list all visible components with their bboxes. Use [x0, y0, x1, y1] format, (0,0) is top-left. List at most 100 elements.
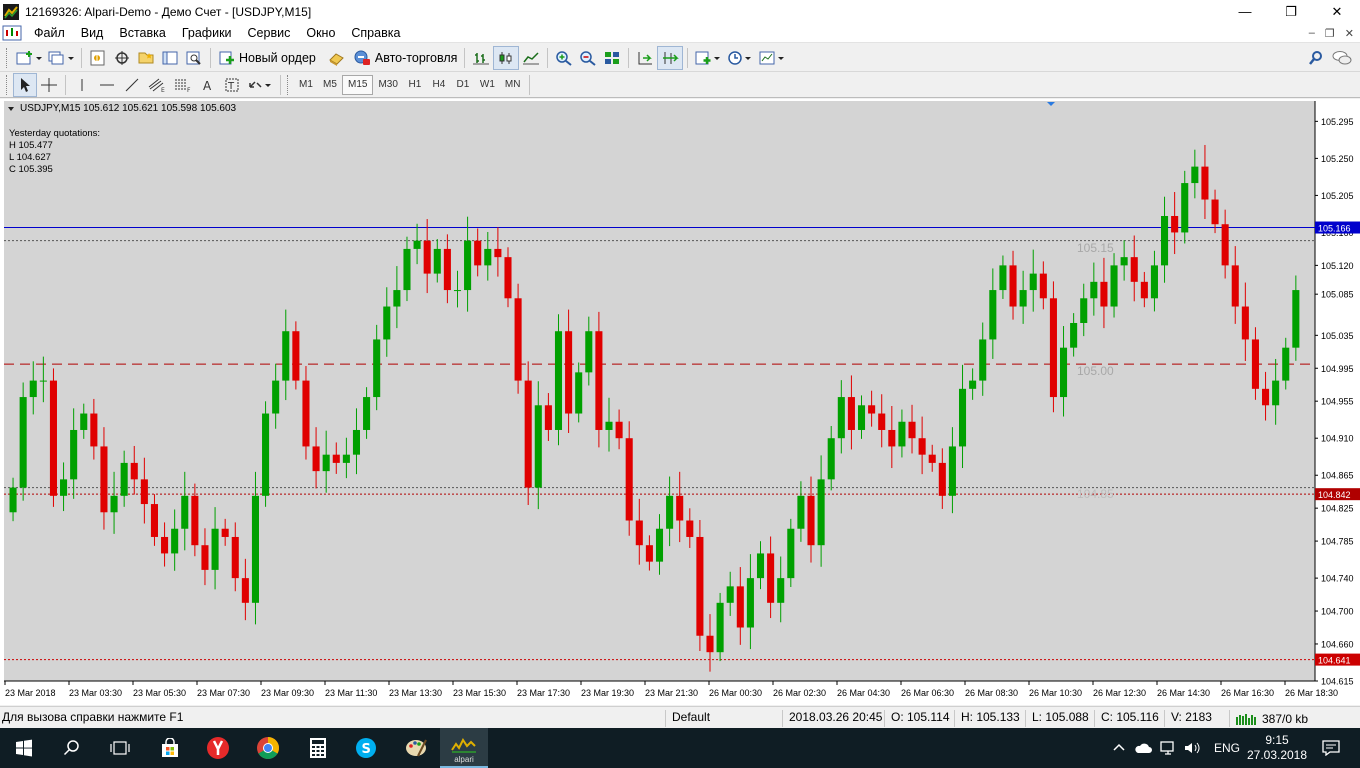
navigator-button[interactable] [134, 46, 158, 70]
yandex-browser-taskbar-button[interactable] [194, 728, 242, 768]
search-taskbar-button[interactable] [48, 728, 96, 768]
data-window-button[interactable] [110, 46, 134, 70]
chart-shift-button[interactable] [633, 46, 657, 70]
templates-button[interactable] [756, 46, 788, 70]
timeframe-h1[interactable]: H1 [403, 75, 427, 95]
horizontal-line-button[interactable] [94, 73, 120, 97]
calculator-icon [310, 738, 326, 758]
menu-help[interactable]: Справка [343, 26, 408, 40]
onedrive-cloud-icon[interactable] [1134, 741, 1152, 755]
terminal-window-icon [162, 51, 178, 64]
chart-window[interactable]: 105.295105.250105.205105.160105.120105.0… [0, 99, 1360, 705]
profiles-button[interactable] [45, 46, 77, 70]
new-chart-button[interactable] [13, 46, 45, 70]
timeframe-m30[interactable]: M30 [373, 75, 402, 95]
candle-body [1251, 339, 1259, 389]
skype-taskbar-button[interactable]: S [342, 728, 390, 768]
timeframe-w1[interactable]: W1 [475, 75, 500, 95]
vertical-line-button[interactable] [70, 73, 94, 97]
terminal-button[interactable] [158, 46, 182, 70]
equidistant-channel-button[interactable]: E [144, 73, 170, 97]
candle-body [494, 248, 502, 258]
trendline-button[interactable] [120, 73, 144, 97]
text-label-button[interactable]: T [220, 73, 244, 97]
mdi-minimize-button[interactable]: – [1309, 27, 1315, 39]
toolbar-grip[interactable] [6, 47, 9, 68]
tray-expand-icon[interactable] [1112, 741, 1126, 755]
periods-button[interactable] [724, 46, 756, 70]
toolbar-separator [547, 47, 549, 68]
bar-chart-button[interactable] [469, 46, 493, 70]
timeframe-mn[interactable]: MN [500, 75, 526, 95]
tray-clock[interactable]: 9:15 27.03.2018 [1246, 728, 1308, 768]
chrome-taskbar-button[interactable] [244, 728, 292, 768]
paint-taskbar-button[interactable] [392, 728, 440, 768]
chart-plot-area[interactable] [4, 101, 1315, 681]
candle-body [1090, 281, 1098, 299]
candle-body [80, 413, 88, 430]
timeframe-d1[interactable]: D1 [451, 75, 475, 95]
mdi-restore-button[interactable]: ❐ [1325, 27, 1335, 40]
y-tick-label: 105.120 [1321, 261, 1354, 271]
search-button[interactable] [1304, 46, 1328, 70]
candle-body [9, 487, 17, 513]
chat-button[interactable] [1328, 46, 1356, 70]
timeframe-m1[interactable]: M1 [294, 75, 318, 95]
x-tick-label: 23 Mar 2018 [5, 688, 56, 698]
cursor-tool-button[interactable] [13, 72, 37, 97]
store-taskbar-button[interactable] [146, 728, 194, 768]
toolbar-grip[interactable] [6, 74, 9, 95]
zoom-out-button[interactable] [576, 46, 600, 70]
strategy-tester-button[interactable] [182, 46, 206, 70]
menu-insert[interactable]: Вставка [111, 26, 173, 40]
text-tool-button[interactable]: A [196, 73, 220, 97]
candlestick-chart-button[interactable] [493, 45, 520, 70]
menu-file[interactable]: Файл [26, 26, 73, 40]
toolbar-grip[interactable] [287, 74, 290, 95]
menu-window[interactable]: Окно [298, 26, 343, 40]
candle-body [1059, 347, 1068, 398]
text-a-icon: A [203, 79, 212, 93]
timeframe-m15[interactable]: M15 [342, 74, 374, 95]
minimize-button[interactable]: — [1222, 0, 1268, 23]
fibonacci-button[interactable]: F [170, 73, 196, 97]
action-center-button[interactable] [1316, 728, 1346, 768]
metatrader-app-icon [3, 3, 19, 20]
menu-tools[interactable]: Сервис [240, 26, 299, 40]
chart-window-icon[interactable] [2, 25, 22, 41]
network-icon[interactable] [1160, 741, 1176, 755]
timeframe-m5[interactable]: M5 [318, 75, 342, 95]
calculator-taskbar-button[interactable] [294, 728, 342, 768]
menu-charts[interactable]: Графики [174, 26, 240, 40]
timeframe-h4[interactable]: H4 [427, 75, 451, 95]
close-button[interactable]: ✕ [1314, 0, 1360, 23]
mdi-close-button[interactable]: ✕ [1345, 27, 1354, 40]
menu-view[interactable]: Вид [73, 26, 112, 40]
input-language[interactable]: ENG [1214, 741, 1240, 755]
arrows-button[interactable] [244, 73, 276, 97]
candle-body [645, 545, 653, 562]
start-button[interactable] [0, 728, 48, 768]
status-connection[interactable]: 387/0 kb [1229, 710, 1308, 727]
candle-body [837, 397, 845, 439]
candle-body [686, 520, 694, 537]
status-profile[interactable]: Default [665, 710, 710, 727]
tile-windows-button[interactable] [600, 46, 624, 70]
line-chart-button[interactable] [519, 46, 543, 70]
metaeditor-button[interactable] [325, 46, 349, 70]
new-order-button[interactable]: Новый ордер [215, 46, 319, 70]
y-tick-label: 104.700 [1321, 607, 1354, 617]
indicators-button[interactable] [692, 46, 724, 70]
task-view-button[interactable] [96, 728, 144, 768]
maximize-button[interactable]: ❐ [1268, 0, 1314, 23]
auto-scroll-button[interactable] [657, 45, 684, 70]
crosshair-tool-button[interactable] [37, 73, 61, 97]
zoom-in-button[interactable] [552, 46, 576, 70]
volume-icon[interactable] [1184, 741, 1200, 755]
candle-body [746, 578, 754, 628]
alpari-taskbar-button[interactable]: alpari [440, 728, 488, 768]
price-chart[interactable]: 105.295105.250105.205105.160105.120105.0… [4, 101, 1360, 705]
candle-body [554, 331, 563, 430]
auto-trading-button[interactable]: Авто-торговля [349, 46, 461, 70]
market-watch-button[interactable] [86, 46, 110, 70]
